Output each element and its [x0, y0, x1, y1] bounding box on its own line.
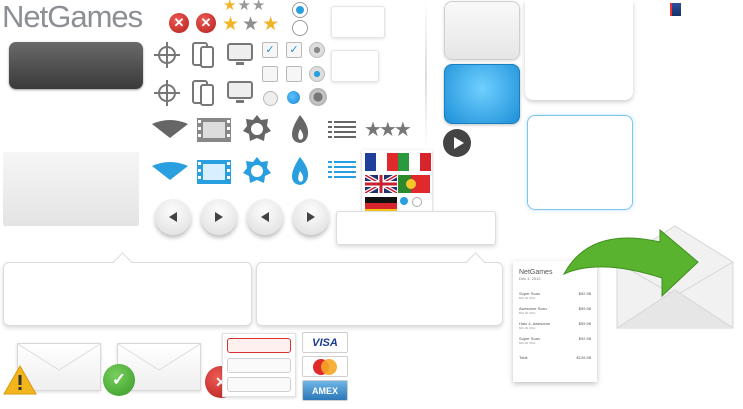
radio-blue[interactable]	[309, 66, 325, 82]
divider	[425, 0, 427, 150]
arrow-right-icon	[215, 212, 223, 222]
play-button[interactable]	[443, 129, 471, 157]
star-icon: ★	[222, 14, 240, 35]
radio-selected-blue[interactable]	[287, 91, 300, 104]
tooltip-panel	[336, 211, 496, 245]
flag-italy-icon[interactable]	[398, 153, 431, 171]
play-icon	[453, 137, 464, 149]
prev-button[interactable]	[247, 199, 283, 235]
flag-france-icon[interactable]	[365, 153, 398, 171]
film-icon	[196, 117, 232, 148]
badge-icon	[242, 114, 272, 149]
receipt-item-sub: $00.00 Offer	[519, 311, 536, 315]
radio-empty[interactable]	[292, 20, 308, 36]
star-rating[interactable]: ★ ★ ★	[222, 15, 279, 34]
brand-logo: NetGames	[2, 0, 143, 34]
download-arrow-icon	[560, 222, 705, 302]
blue-tile-button[interactable]	[444, 64, 520, 124]
receipt-item-price: $92.98	[578, 336, 591, 341]
flame-icon-blue	[289, 156, 311, 191]
radio-dark-large[interactable]	[309, 88, 327, 106]
tablet-phone-icon	[191, 79, 217, 112]
receipt-item-price: $59.98	[578, 306, 591, 311]
radio-selected[interactable]	[292, 2, 308, 18]
pager-dot-active[interactable]	[400, 197, 408, 205]
monitor-icon	[226, 42, 254, 73]
list-icon	[328, 120, 356, 145]
film-icon-blue	[196, 159, 232, 190]
input-field[interactable]	[227, 358, 291, 373]
pager-dot[interactable]	[412, 197, 422, 207]
radio-empty[interactable]	[263, 91, 278, 106]
flag-uk-icon[interactable]	[364, 173, 398, 198]
receipt-item-price: $59.98	[578, 321, 591, 326]
flag-portugal-icon[interactable]	[398, 175, 430, 198]
input-field[interactable]	[227, 377, 291, 392]
star-rating-small[interactable]: ★ ★ ★	[223, 0, 265, 13]
visa-card-logo[interactable]: VISA	[302, 332, 348, 353]
next-button[interactable]	[201, 199, 237, 235]
grey-tile-button[interactable]	[444, 1, 520, 60]
close-icon[interactable]: ✕	[169, 13, 189, 33]
star-icon: ★	[242, 14, 260, 35]
success-check-icon: ✓	[103, 364, 135, 396]
grey-panel	[3, 152, 139, 226]
tooltip-tab	[331, 6, 385, 38]
arrow-right-icon	[307, 212, 315, 222]
arrow-left-icon	[261, 212, 269, 222]
tooltip-tab	[331, 50, 379, 82]
speech-bubble-left	[3, 262, 252, 326]
speech-bubble-right	[256, 262, 503, 326]
badge-icon-blue	[242, 156, 272, 191]
checkbox-empty[interactable]	[286, 66, 302, 82]
monitor-icon	[226, 80, 254, 111]
flame-icon	[289, 114, 311, 149]
fan-icon-blue	[150, 160, 190, 187]
target-icon	[153, 79, 181, 112]
amex-card-logo[interactable]: AMEX	[302, 380, 348, 401]
checkbox-checked[interactable]: ✓	[262, 42, 278, 58]
mastercard-card-logo[interactable]	[302, 356, 348, 377]
dark-header-bar	[9, 42, 143, 89]
card-panel	[525, 0, 633, 100]
star-icon: ★	[237, 0, 251, 14]
prev-button[interactable]	[155, 199, 191, 235]
next-button[interactable]	[293, 199, 329, 235]
star-icon: ★	[251, 0, 266, 14]
checkbox-empty[interactable]	[262, 66, 278, 82]
close-icon[interactable]: ✕	[196, 13, 216, 33]
radio-dark[interactable]	[309, 42, 325, 58]
receipt-total-value: $126.98	[576, 355, 591, 360]
tablet-phone-icon	[191, 41, 217, 74]
receipt-item-sub: $00.00 Offer	[519, 326, 536, 330]
list-icon-blue	[328, 160, 356, 185]
receipt-item-sub: $00.00 Offer	[519, 341, 536, 345]
arrow-left-icon	[169, 212, 177, 222]
checkbox-checked[interactable]: ✓	[286, 42, 302, 58]
input-field-error[interactable]	[227, 338, 291, 353]
receipt-total-label: Total	[519, 355, 528, 360]
flag-marker-icon	[670, 3, 681, 16]
fan-icon	[150, 118, 190, 145]
stars-icon: ★★★	[364, 119, 412, 141]
target-icon	[153, 41, 181, 74]
card-panel-focused	[527, 115, 633, 210]
star-icon: ★	[223, 0, 237, 14]
warning-icon	[2, 364, 38, 401]
star-icon: ★	[262, 14, 280, 35]
